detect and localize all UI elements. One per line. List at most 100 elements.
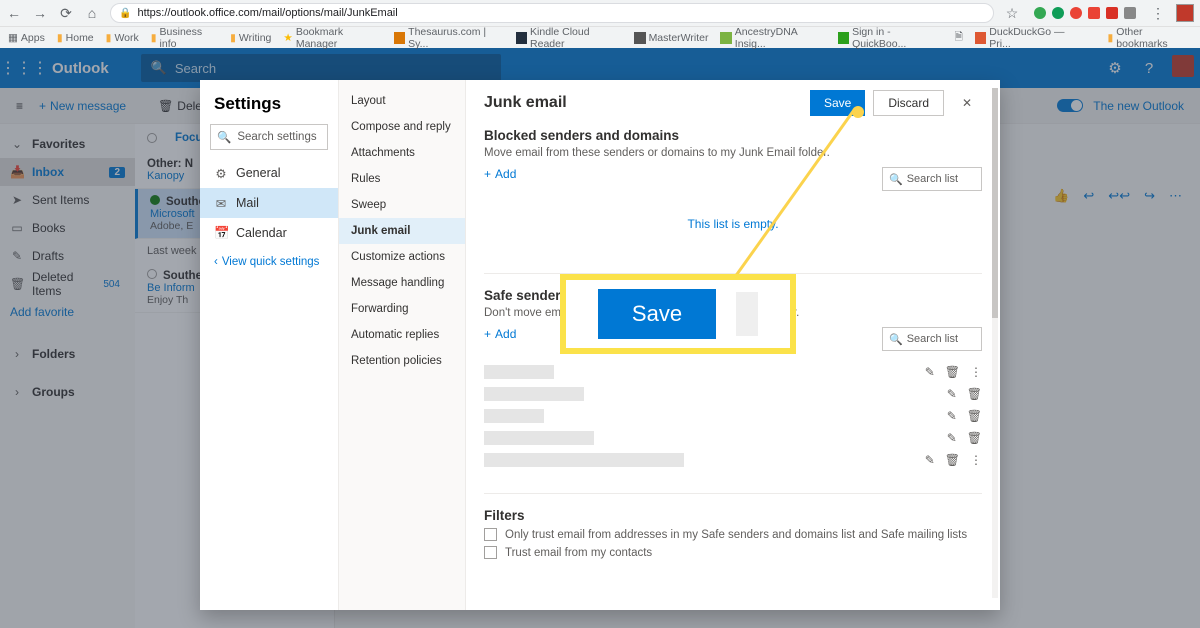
settings-junk-email[interactable]: Junk email [339,218,465,244]
blocked-senders-desc: Move email from these senders or domains… [484,147,982,159]
page-icon: 🗎 [954,29,962,47]
star-icon: ★ [283,32,292,44]
folder-icon: ▮ [1108,32,1114,44]
settings-layout[interactable]: Layout [339,88,465,114]
filters-title: Filters [484,508,982,523]
reload-icon[interactable]: ⟳ [58,5,74,21]
add-blocked-button[interactable]: +Add [484,167,516,181]
settings-general[interactable]: ⚙General [200,158,338,188]
scrollbar[interactable] [992,88,998,598]
empty-list-message: This list is empty. [484,217,982,231]
scroll-thumb[interactable] [992,88,998,318]
folder-icon: ▮ [230,32,236,44]
callout-save-button: Save [598,289,716,339]
callout-dot [852,106,864,118]
ext-icon[interactable] [1052,7,1064,19]
list-item[interactable]: ✎ 🗑 ⋮ [484,361,982,383]
more-icon[interactable]: ⋮ [970,453,982,467]
bookmark[interactable]: DuckDuckGo — Pri... [975,26,1084,50]
ext-icon[interactable] [1106,7,1118,19]
list-item[interactable]: ✎🗑 [484,427,982,449]
edit-icon[interactable]: ✎ [947,409,957,423]
search-icon: 🔍 [889,333,903,346]
bookmark[interactable]: ▮Work [106,32,139,44]
bookmark[interactable]: ▦Apps [8,32,45,44]
site-icon [975,32,986,44]
site-icon [838,32,849,44]
ext-icon[interactable] [1124,7,1136,19]
edit-icon[interactable]: ✎ [925,365,935,379]
menu-icon[interactable]: ⋮ [1150,5,1166,21]
other-bookmarks[interactable]: ▮Other bookmarks [1108,26,1192,50]
settings-customize[interactable]: Customize actions [339,244,465,270]
forward-icon[interactable]: → [32,5,48,21]
url-bar[interactable]: 🔒 https://outlook.office.com/mail/option… [110,3,994,23]
browser-chrome: ← → ⟳ ⌂ 🔒 https://outlook.office.com/mai… [0,0,1200,48]
settings-auto-replies[interactable]: Automatic replies [339,322,465,348]
junk-email-title: Junk email [484,94,810,112]
site-icon [720,32,731,44]
bookmark[interactable]: Sign in - QuickBoo... [838,26,943,50]
settings-calendar[interactable]: 📅Calendar [200,218,338,248]
search-safe-input[interactable]: 🔍Search list [882,327,982,351]
bookmark[interactable]: 🗎 [954,29,962,47]
more-icon[interactable]: ⋮ [970,365,982,379]
folder-icon: ▮ [151,32,157,44]
delete-icon[interactable]: 🗑 [967,387,982,401]
filter-only-trust-checkbox[interactable]: Only trust email from addresses in my Sa… [484,528,982,541]
bookmark[interactable]: ▮Writing [230,32,271,44]
settings-sweep[interactable]: Sweep [339,192,465,218]
site-icon [516,32,527,44]
edit-icon[interactable]: ✎ [947,387,957,401]
settings-mail[interactable]: ✉Mail [200,188,338,218]
settings-compose[interactable]: Compose and reply [339,114,465,140]
bookmark[interactable]: ★Bookmark Manager [283,26,381,50]
view-quick-settings-link[interactable]: ‹View quick settings [200,248,338,276]
list-item[interactable]: ✎🗑 [484,383,982,405]
delete-icon[interactable]: 🗑 [945,453,960,467]
settings-nav-primary: Settings 🔍Search settings ⚙General ✉Mail… [200,80,338,610]
home-icon[interactable]: ⌂ [84,5,100,21]
ext-icon[interactable] [1088,7,1100,19]
add-safe-button[interactable]: +Add [484,327,516,341]
settings-forwarding[interactable]: Forwarding [339,296,465,322]
profile-avatar[interactable] [1176,4,1194,22]
back-icon[interactable]: ← [6,5,22,21]
edit-icon[interactable]: ✎ [947,431,957,445]
checkbox-icon [484,546,497,559]
apps-icon: ▦ [8,32,18,44]
checkbox-icon [484,528,497,541]
close-button[interactable]: ✕ [952,90,982,116]
bookmark[interactable]: Thesaurus.com | Sy... [394,26,504,50]
ext-icon[interactable] [1070,7,1082,19]
callout-discard-fragment [736,292,758,336]
bookmark[interactable]: Kindle Cloud Reader [516,26,622,50]
extensions [1030,7,1140,19]
bookmark[interactable]: AncestryDNA Insig... [720,26,825,50]
delete-icon[interactable]: 🗑 [945,365,960,379]
close-icon: ✕ [962,96,972,110]
settings-attachments[interactable]: Attachments [339,140,465,166]
list-item[interactable]: ✎ 🗑 ⋮ [484,449,982,471]
filter-trust-contacts-checkbox[interactable]: Trust email from my contacts [484,546,982,559]
list-item[interactable]: ✎🗑 [484,405,982,427]
safe-senders-list: ✎🗑⋮ ✎🗑 ✎🗑 ✎🗑 ✎🗑⋮ [484,361,982,471]
bookmark[interactable]: ▮Business info [151,26,218,50]
delete-icon[interactable]: 🗑 [967,431,982,445]
settings-retention[interactable]: Retention policies [339,348,465,374]
folder-icon: ▮ [57,32,63,44]
site-icon [394,32,405,44]
ext-icon[interactable] [1034,7,1046,19]
settings-message-handling[interactable]: Message handling [339,270,465,296]
settings-search-input[interactable]: 🔍Search settings [210,124,328,150]
edit-icon[interactable]: ✎ [925,453,935,467]
calendar-icon: 📅 [214,226,228,241]
settings-rules[interactable]: Rules [339,166,465,192]
discard-button[interactable]: Discard [873,90,944,116]
star-icon[interactable]: ☆ [1004,5,1020,21]
delete-icon[interactable]: 🗑 [967,409,982,423]
search-blocked-input[interactable]: 🔍Search list [882,167,982,191]
chevron-left-icon: ‹ [214,256,218,268]
bookmark[interactable]: ▮Home [57,32,94,44]
bookmark[interactable]: MasterWriter [634,32,709,44]
